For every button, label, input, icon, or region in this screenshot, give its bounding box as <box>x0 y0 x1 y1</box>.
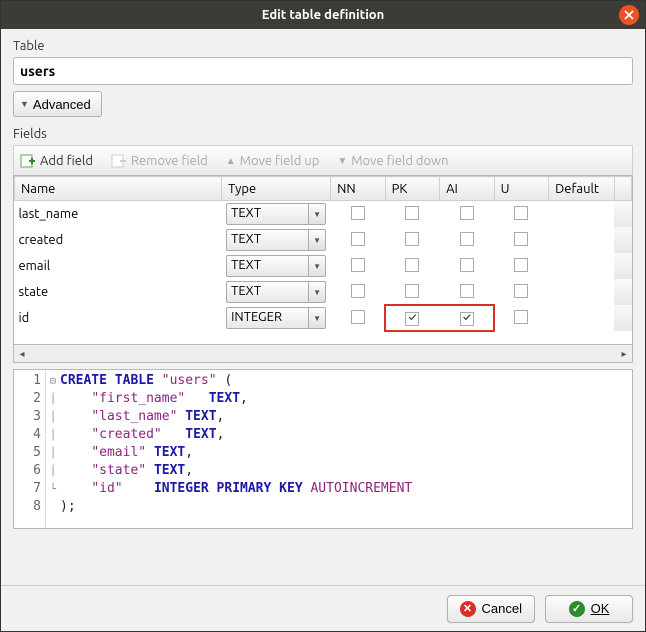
add-icon <box>20 153 36 169</box>
chevron-down-icon[interactable]: ▼ <box>308 255 326 277</box>
move-field-up-button: ▲ Move field up <box>226 154 320 168</box>
type-select[interactable]: TEXT▼ <box>226 255 326 277</box>
chevron-down-icon[interactable]: ▼ <box>308 307 326 329</box>
cell-name[interactable]: last_name <box>15 201 222 228</box>
table-row[interactable]: email TEXT▼ <box>15 253 632 279</box>
arrow-up-icon: ▲ <box>226 155 236 167</box>
chevron-down-icon[interactable]: ▼ <box>308 281 326 303</box>
checkbox-u[interactable] <box>514 310 528 324</box>
checkbox-ai[interactable] <box>460 284 474 298</box>
vertical-scrollbar[interactable] <box>614 177 631 201</box>
sql-editor[interactable]: 12345678 ⊟CREATE TABLE "users" (│ "first… <box>13 369 633 529</box>
cell-name[interactable]: email <box>15 253 222 279</box>
col-header-type[interactable]: Type <box>222 177 331 201</box>
fields-label: Fields <box>13 127 633 141</box>
horizontal-scrollbar[interactable]: ◂ ▸ <box>13 345 633 363</box>
fields-toolbar: Add field Remove field ▲ Move field up ▼… <box>13 145 633 175</box>
sql-code[interactable]: ⊟CREATE TABLE "users" (│ "first_name" TE… <box>46 370 632 528</box>
scroll-right-icon[interactable]: ▸ <box>616 346 632 362</box>
cell-name[interactable]: state <box>15 279 222 305</box>
ok-icon: ✓ <box>569 601 585 617</box>
add-field-button[interactable]: Add field <box>20 153 93 169</box>
checkbox-ai[interactable] <box>460 206 474 220</box>
cell-default[interactable] <box>549 201 614 228</box>
type-select[interactable]: TEXT▼ <box>226 281 326 303</box>
chevron-down-icon: ▼ <box>20 99 29 109</box>
table-name-input[interactable] <box>13 57 633 85</box>
table-row[interactable]: created TEXT▼ <box>15 227 632 253</box>
remove-field-button: Remove field <box>111 153 208 169</box>
table-label: Table <box>13 39 633 53</box>
grid-header-row: Name Type NN PK AI U Default <box>15 177 632 201</box>
sql-gutter: 12345678 <box>14 370 46 528</box>
dialog-footer: ✕ Cancel ✓ OK <box>1 585 645 631</box>
chevron-down-icon[interactable]: ▼ <box>308 229 326 251</box>
cell-default[interactable] <box>549 305 614 331</box>
checkbox-u[interactable] <box>514 232 528 246</box>
fields-grid: Name Type NN PK AI U Default last_name T… <box>13 175 633 345</box>
checkbox-u[interactable] <box>514 258 528 272</box>
close-icon[interactable] <box>619 5 639 25</box>
col-header-name[interactable]: Name <box>15 177 222 201</box>
cell-name[interactable]: created <box>15 227 222 253</box>
chevron-down-icon[interactable]: ▼ <box>308 203 326 225</box>
checkbox-pk[interactable] <box>405 312 419 326</box>
scroll-left-icon[interactable]: ◂ <box>14 346 30 362</box>
remove-icon <box>111 153 127 169</box>
col-header-default[interactable]: Default <box>549 177 614 201</box>
advanced-label: Advanced <box>33 97 91 112</box>
checkbox-nn[interactable] <box>351 232 365 246</box>
checkbox-ai[interactable] <box>460 232 474 246</box>
advanced-button[interactable]: ▼ Advanced <box>13 91 102 117</box>
col-header-nn[interactable]: NN <box>331 177 386 201</box>
cancel-icon: ✕ <box>460 601 476 617</box>
arrow-down-icon: ▼ <box>337 155 347 167</box>
checkbox-pk[interactable] <box>405 206 419 220</box>
checkbox-u[interactable] <box>514 206 528 220</box>
checkbox-ai[interactable] <box>460 258 474 272</box>
window-title: Edit table definition <box>262 8 385 22</box>
table-row[interactable]: id INTEGER▼ <box>15 305 632 331</box>
ok-button[interactable]: ✓ OK <box>545 595 633 623</box>
table-row[interactable]: state TEXT▼ <box>15 279 632 305</box>
checkbox-nn[interactable] <box>351 206 365 220</box>
checkbox-pk[interactable] <box>405 232 419 246</box>
move-field-down-button: ▼ Move field down <box>337 154 448 168</box>
table-row[interactable]: last_name TEXT▼ <box>15 201 632 228</box>
cell-name[interactable]: id <box>15 305 222 331</box>
checkbox-nn[interactable] <box>351 310 365 324</box>
checkbox-pk[interactable] <box>405 258 419 272</box>
checkbox-nn[interactable] <box>351 284 365 298</box>
type-select[interactable]: TEXT▼ <box>226 229 326 251</box>
col-header-pk[interactable]: PK <box>385 177 440 201</box>
checkbox-nn[interactable] <box>351 258 365 272</box>
type-select[interactable]: INTEGER▼ <box>226 307 326 329</box>
cell-default[interactable] <box>549 253 614 279</box>
dialog-content: Table ▼ Advanced Fields Add field Remove… <box>1 29 645 585</box>
cell-default[interactable] <box>549 279 614 305</box>
titlebar: Edit table definition <box>1 1 645 29</box>
checkbox-u[interactable] <box>514 284 528 298</box>
col-header-ai[interactable]: AI <box>440 177 495 201</box>
checkbox-ai[interactable] <box>460 312 474 326</box>
checkbox-pk[interactable] <box>405 284 419 298</box>
type-select[interactable]: TEXT▼ <box>226 203 326 225</box>
cancel-button[interactable]: ✕ Cancel <box>447 595 535 623</box>
cell-default[interactable] <box>549 227 614 253</box>
col-header-u[interactable]: U <box>494 177 549 201</box>
